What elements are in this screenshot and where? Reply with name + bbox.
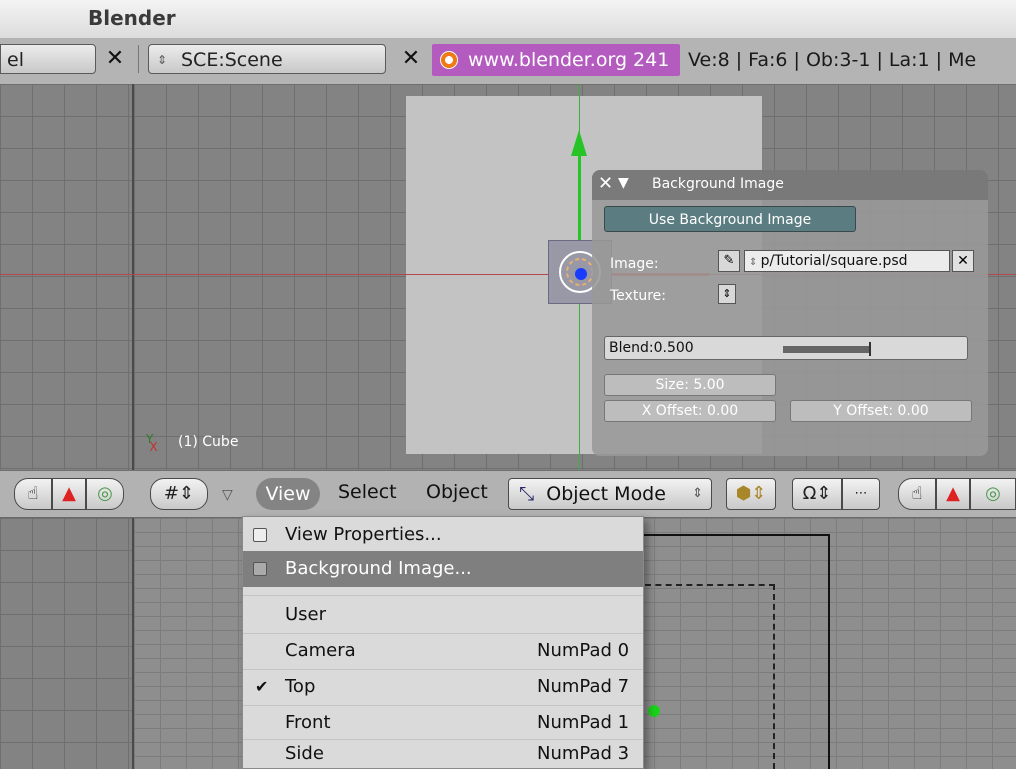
menu-collapse-icon[interactable]: ▽	[222, 487, 233, 503]
axis-x-letter: X	[149, 440, 158, 454]
blender-link-label: www.blender.org 241	[468, 49, 670, 71]
checkmark-icon: ✔	[255, 677, 269, 696]
delete-screen-icon[interactable]: ✕	[100, 44, 130, 74]
blend-slider-track	[783, 346, 869, 353]
title-bar: Blender	[0, 0, 1016, 38]
object-origin-dot-2	[648, 705, 660, 717]
rotate-manipulator-icon[interactable]: ◎	[86, 478, 124, 510]
object-origin-dot	[575, 268, 587, 280]
scene-stats: Ve:8 | Fa:6 | Ob:3-1 | La:1 | Me	[688, 49, 977, 71]
menu-item-label: Top	[285, 676, 316, 697]
translate-manipulator-icon-2[interactable]: ▲	[936, 478, 970, 510]
scene-field[interactable]: ⇕ SCE:Scene	[148, 44, 386, 74]
blender-logo-icon	[440, 51, 458, 69]
menu-item-view-properties[interactable]: View Properties...	[243, 517, 643, 553]
blend-slider-handle[interactable]	[869, 342, 871, 356]
menu-select[interactable]: Select	[338, 481, 397, 503]
texture-browse-icon[interactable]: ⇕	[718, 284, 736, 304]
grab-hand-icon[interactable]: ☝	[14, 478, 52, 510]
image-label: Image:	[610, 256, 659, 272]
menu-item-shortcut: NumPad 3	[537, 743, 630, 764]
x-offset-number-field[interactable]: X Offset: 0.00	[604, 400, 776, 422]
blender-website-link[interactable]: www.blender.org 241	[432, 44, 680, 76]
collapse-triangle-icon[interactable]: ▼	[618, 175, 629, 191]
size-number-field[interactable]: Size: 5.00	[604, 374, 776, 396]
menu-view[interactable]: View	[256, 478, 320, 510]
view-axes-indicator: YX	[146, 432, 162, 454]
grab-hand-icon-2[interactable]: ☝	[898, 478, 936, 510]
blend-slider[interactable]: Blend:0.500	[604, 336, 968, 360]
menu-item-label: User	[285, 604, 327, 625]
image-path-text: p/Tutorial/square.psd	[760, 253, 908, 269]
menu-item-label: Side	[285, 743, 324, 764]
draw-type-icon[interactable]: ⬢⇕	[726, 478, 776, 510]
menu-item-label: View Properties...	[285, 524, 442, 545]
menu-item-user[interactable]: User	[243, 597, 643, 633]
menu-item-label: Background Image...	[285, 558, 472, 579]
menu-item-front[interactable]: Front NumPad 1	[243, 705, 643, 741]
translate-manipulator-icon[interactable]: ▲	[52, 478, 86, 510]
delete-scene-icon[interactable]: ✕	[396, 44, 426, 74]
mode-selector[interactable]: ⤡ Object Mode ⇕	[508, 478, 712, 510]
bottom-left-viewport[interactable]	[0, 518, 132, 769]
use-background-image-button[interactable]: Use Background Image	[604, 206, 856, 232]
image-path-field[interactable]: ⇕ p/Tutorial/square.psd	[744, 250, 950, 272]
menu-item-shortcut: NumPad 0	[537, 640, 630, 661]
info-header: el ✕ ⇕ SCE:Scene ✕ www.blender.org 241 V…	[0, 38, 1016, 85]
close-icon[interactable]: ✕	[598, 173, 613, 194]
rotate-manipulator-icon-2[interactable]: ◎	[970, 478, 1016, 510]
texture-label: Texture:	[610, 288, 666, 304]
clear-image-icon[interactable]: ✕	[952, 250, 974, 272]
menu-item-label: Front	[285, 712, 331, 733]
app-title: Blender	[88, 6, 176, 30]
menu-item-top[interactable]: ✔ Top NumPad 7	[243, 669, 643, 705]
view-menu-dropdown: View Properties... Background Image... U…	[242, 516, 644, 769]
object-mode-icon: ⤡	[519, 483, 535, 505]
up-down-arrows-icon: ⇕	[692, 486, 703, 501]
menu-item-camera[interactable]: Camera NumPad 0	[243, 633, 643, 669]
blend-slider-label: Blend:0.500	[609, 340, 694, 356]
menu-item-label: Camera	[285, 640, 356, 661]
camera-passepartout	[645, 584, 775, 769]
menu-item-background-image[interactable]: Background Image...	[243, 551, 643, 587]
y-offset-number-field[interactable]: Y Offset: 0.00	[790, 400, 972, 422]
up-down-arrows-icon: ⇕	[157, 53, 168, 67]
panel-title: Background Image	[652, 176, 784, 192]
viewport-header: ☝ ▲ ◎ #⇕ ▽ View Select Object ⤡ Object M…	[0, 470, 1016, 518]
scene-field-label: SCE:Scene	[181, 49, 283, 71]
window-type-icon[interactable]: #⇕	[150, 478, 208, 510]
y-manipulator-arrow-icon[interactable]	[571, 130, 587, 156]
toggle-box-icon	[253, 562, 267, 576]
menu-item-shortcut: NumPad 1	[537, 712, 630, 733]
menu-item-side[interactable]: Side NumPad 3	[243, 739, 643, 769]
active-object-label: (1) Cube	[178, 434, 239, 450]
panel-header[interactable]: ✕ ▼ Background Image	[592, 170, 988, 200]
toggle-box-icon	[253, 528, 267, 542]
background-image-panel: ✕ ▼ Background Image Use Background Imag…	[592, 170, 988, 456]
pivot-icon[interactable]: Ω⇕	[792, 478, 842, 510]
menu-divider	[243, 595, 643, 596]
up-down-arrows-icon: ⇕	[749, 257, 761, 268]
image-browse-icon[interactable]: ✎	[718, 250, 740, 272]
divider	[138, 45, 139, 73]
left-viewport[interactable]	[0, 84, 132, 470]
screen-field[interactable]: el	[0, 44, 96, 74]
menu-item-shortcut: NumPad 7	[537, 676, 630, 697]
menu-object[interactable]: Object	[426, 481, 488, 503]
layers-icon[interactable]: ⋯	[842, 478, 880, 510]
mode-selector-label: Object Mode	[546, 483, 666, 505]
